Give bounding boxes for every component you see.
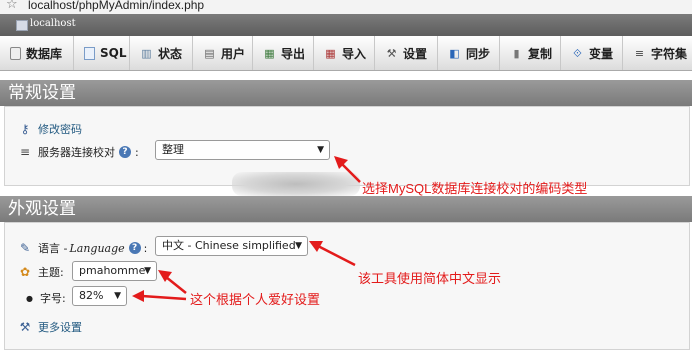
arrow-to-collation xyxy=(341,163,361,183)
annotation-arrows xyxy=(132,156,361,302)
arrow-to-theme xyxy=(165,276,187,294)
arrowhead-font-size xyxy=(132,290,144,302)
arrow-to-language xyxy=(317,244,356,267)
arrow-to-font-size xyxy=(141,294,187,301)
